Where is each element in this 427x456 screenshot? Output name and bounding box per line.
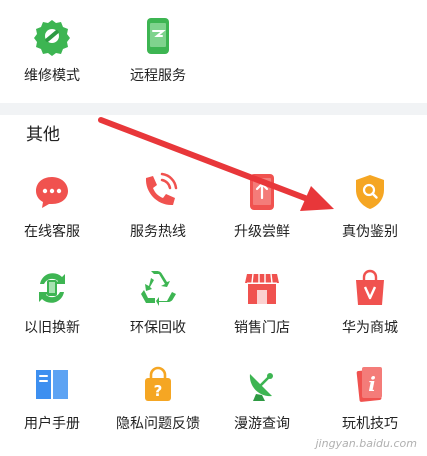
tile-label: 真伪鉴别	[342, 224, 398, 240]
satellite-dish-icon	[240, 362, 284, 406]
tile-recycle[interactable]: 环保回收	[108, 266, 208, 356]
tile-label: 环保回收	[130, 320, 186, 336]
tile-upgrade-preview[interactable]: 升级尝鲜	[212, 170, 312, 260]
shield-search-icon	[348, 170, 392, 214]
phone-call-icon	[136, 170, 180, 214]
top-services-section: 维修模式 远程服务	[0, 0, 427, 103]
tile-label: 用户手册	[24, 416, 80, 432]
tips-icon: i	[348, 362, 392, 406]
privacy-feedback-icon: ?	[136, 362, 180, 406]
tile-remote-service[interactable]: 远程服务	[108, 14, 208, 104]
tile-label: 在线客服	[24, 224, 80, 240]
tile-privacy-feedback[interactable]: ? 隐私问题反馈	[108, 362, 208, 452]
tile-user-manual[interactable]: 用户手册	[2, 362, 102, 452]
tile-label: 漫游查询	[234, 416, 290, 432]
tile-label: 远程服务	[130, 68, 186, 84]
tile-label: 销售门店	[234, 320, 290, 336]
tile-repair-mode[interactable]: 维修模式	[2, 14, 102, 104]
shopping-bag-icon	[348, 266, 392, 310]
upgrade-phone-icon	[240, 170, 284, 214]
tile-authenticity-check[interactable]: 真伪鉴别	[320, 170, 420, 260]
remote-phone-icon	[136, 14, 180, 58]
section-divider	[0, 103, 427, 115]
tile-label: 服务热线	[130, 224, 186, 240]
tile-trade-in[interactable]: 以旧换新	[2, 266, 102, 356]
tile-retail-store[interactable]: 销售门店	[212, 266, 312, 356]
tile-huawei-mall[interactable]: 华为商城	[320, 266, 420, 356]
tile-label: 华为商城	[342, 320, 398, 336]
tile-label: 隐私问题反馈	[116, 416, 200, 432]
manual-book-icon	[30, 362, 74, 406]
recycle-icon	[136, 266, 180, 310]
tile-online-support[interactable]: 在线客服	[2, 170, 102, 260]
tile-label: 玩机技巧	[342, 416, 398, 432]
store-icon	[240, 266, 284, 310]
tile-roaming-query[interactable]: 漫游查询	[212, 362, 312, 452]
chat-bubble-icon	[30, 170, 74, 214]
svg-text:?: ?	[154, 382, 163, 400]
tile-service-hotline[interactable]: 服务热线	[108, 170, 208, 260]
tile-label: 维修模式	[24, 68, 80, 84]
wrench-gear-icon	[30, 14, 74, 58]
tile-label: 以旧换新	[24, 320, 80, 336]
trade-in-icon	[30, 266, 74, 310]
section-title: 其他	[26, 125, 60, 145]
svg-text:i: i	[368, 372, 376, 396]
tile-label: 升级尝鲜	[234, 224, 290, 240]
watermark: jingyan.baidu.com	[315, 437, 417, 450]
